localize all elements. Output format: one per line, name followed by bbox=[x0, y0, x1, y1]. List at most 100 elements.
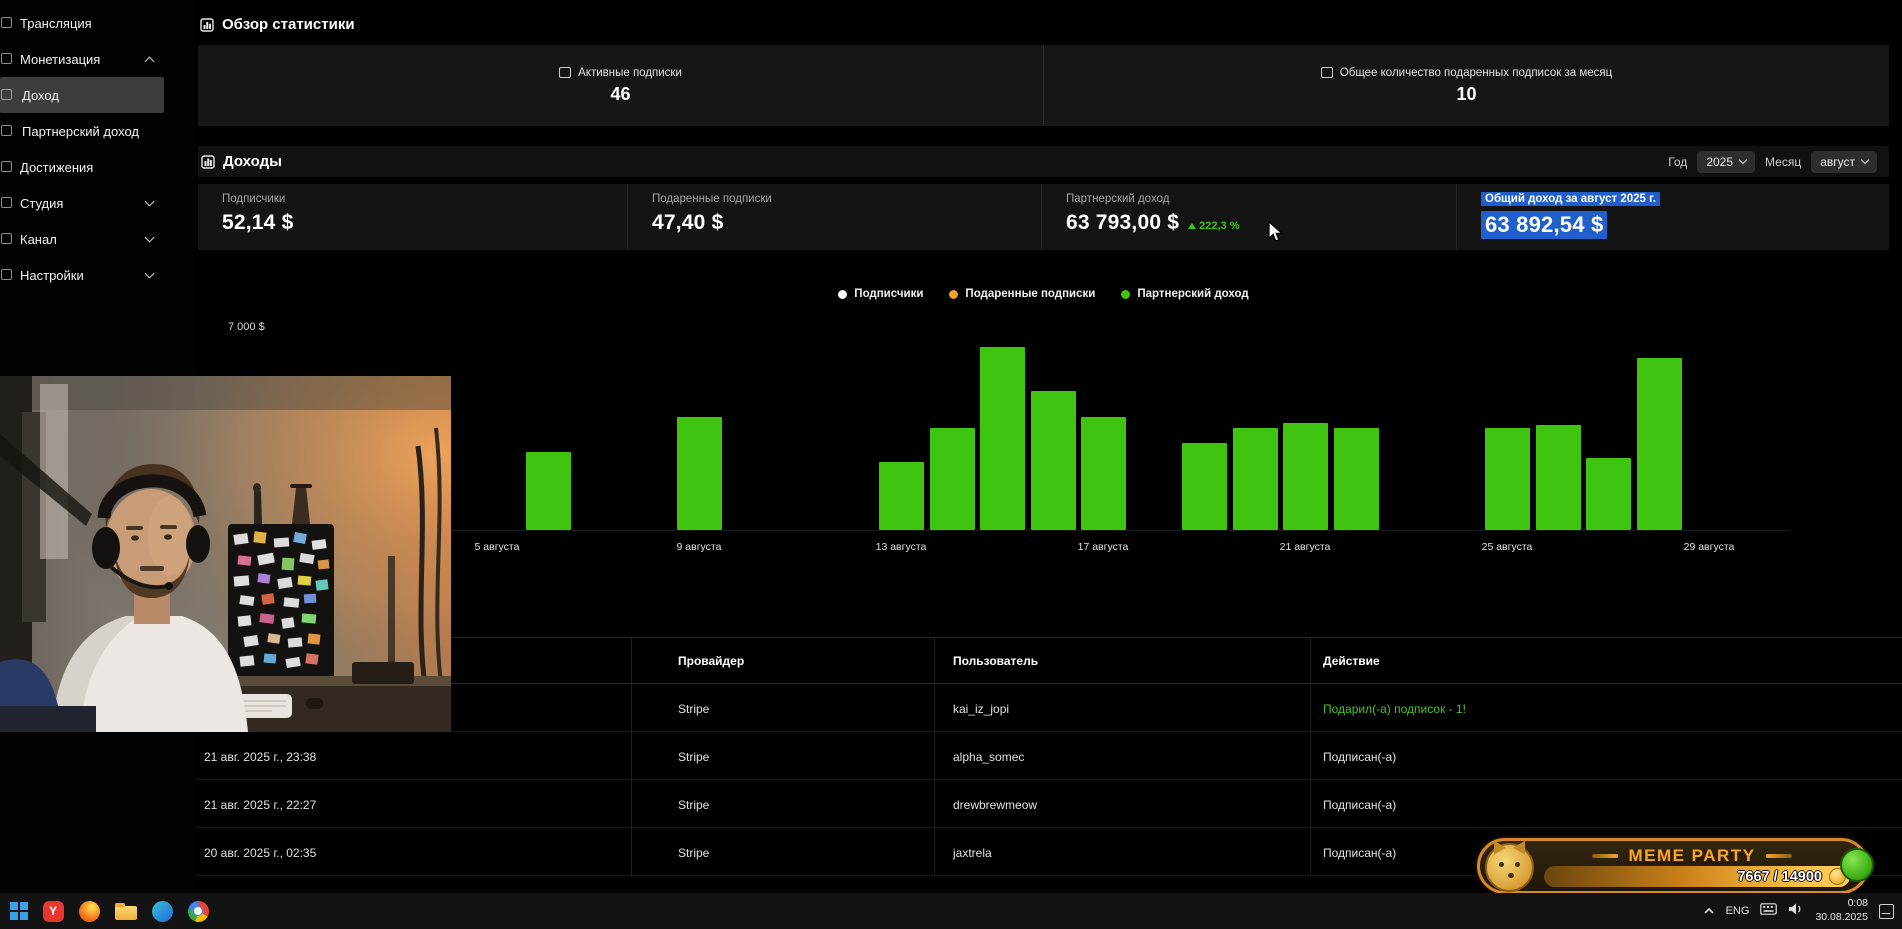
yandex-browser-icon[interactable]: Y bbox=[42, 900, 64, 922]
sidebar-item-label: Достижения bbox=[20, 159, 94, 175]
stat-card-0: Активные подписки 46 bbox=[198, 45, 1043, 126]
cell-user: kai_iz_jopi bbox=[953, 702, 1010, 716]
decor-dash bbox=[1765, 854, 1792, 858]
file-explorer-icon[interactable] bbox=[114, 902, 137, 920]
chevron-up-icon bbox=[144, 56, 155, 67]
sidebar-item-income[interactable]: Доход bbox=[0, 77, 164, 113]
cell-action: Подарил(-а) подписок - 1! bbox=[1323, 702, 1466, 716]
broadcast-icon bbox=[1, 17, 12, 28]
income-filters: Год 2025 Месяц август bbox=[1668, 150, 1877, 173]
taskbar-tray: ENG 0:08 30.08.2025 bbox=[1703, 897, 1902, 924]
x-axis-line bbox=[430, 530, 1790, 531]
column-divider bbox=[631, 638, 632, 876]
sidebar-item-label: Партнерский доход bbox=[22, 123, 139, 139]
bar-chart-icon bbox=[200, 17, 214, 32]
legend-item[interactable]: Подаренные подписки bbox=[949, 288, 1095, 300]
legend-dot-icon bbox=[949, 289, 959, 299]
month-value: август bbox=[1820, 154, 1855, 169]
cell-action: Подписан(-а) bbox=[1323, 798, 1397, 812]
stat-card-1: Общее количество подаренных подписок за … bbox=[1043, 45, 1889, 126]
cell-action: Подписан(-а) bbox=[1323, 846, 1397, 860]
income-stat-2: Партнерский доход 63 793,00 $ 222,3 % bbox=[1041, 184, 1456, 250]
firefox-icon[interactable] bbox=[78, 900, 100, 922]
chevron-down-icon bbox=[144, 268, 155, 279]
chart-bar bbox=[1586, 458, 1631, 530]
sidebar-item-broadcast[interactable]: Трансляция bbox=[0, 5, 196, 41]
meme-party-progressbar: 7667 / 14900 bbox=[1544, 866, 1850, 887]
meme-party-widget: MEME PARTY 7667 / 14900 bbox=[1477, 837, 1874, 894]
x-axis-tick: 29 августа bbox=[1683, 541, 1735, 553]
partner-income-icon bbox=[1, 125, 12, 136]
income-header: Доходы Год 2025 Месяц август bbox=[198, 146, 1889, 177]
sidebar-item-label: Канал bbox=[20, 231, 57, 247]
x-axis-tick: 21 августа bbox=[1279, 541, 1331, 553]
chart-bar bbox=[1233, 428, 1278, 530]
chart-bar bbox=[1031, 391, 1076, 530]
windows-logo-icon bbox=[10, 902, 28, 920]
cell-user: alpha_somec bbox=[953, 750, 1025, 764]
y-axis-label: 7 000 $ bbox=[228, 321, 265, 333]
chart-bar bbox=[677, 417, 722, 530]
x-axis-tick: 5 августа bbox=[474, 541, 520, 553]
legend-item[interactable]: Подписчики bbox=[838, 288, 923, 300]
stat-card-label: Общее количество подаренных подписок за … bbox=[1339, 66, 1613, 79]
sidebar-item-label: Доход bbox=[22, 87, 59, 103]
overview-header: Обзор статистики bbox=[200, 16, 355, 33]
cell-date: 20 авг. 2025 г., 02:35 bbox=[204, 846, 317, 860]
month-select[interactable]: август bbox=[1811, 150, 1877, 173]
taskbar-date: 30.08.2025 bbox=[1815, 911, 1868, 923]
tray-expand-icon[interactable] bbox=[1703, 902, 1715, 920]
table-row[interactable]: 21 авг. 2025 г., 22:27 Stripe drewbrewmeow… bbox=[196, 780, 1902, 828]
cell-provider: Stripe bbox=[678, 750, 710, 764]
month-label: Месяц bbox=[1765, 154, 1802, 169]
sidebar-item-channel[interactable]: Канал bbox=[0, 221, 196, 257]
chart-bar bbox=[1283, 423, 1328, 530]
start-button[interactable] bbox=[10, 901, 28, 922]
year-label: Год bbox=[1668, 154, 1688, 169]
legend-item[interactable]: Партнерский доход bbox=[1121, 288, 1249, 300]
sidebar-item-partner-income[interactable]: Партнерский доход bbox=[0, 113, 196, 149]
table-row[interactable]: Stripe kai_iz_jopi Подарил(-а) подписок - … bbox=[196, 684, 1902, 732]
chrome-icon[interactable] bbox=[187, 900, 209, 922]
chart-bar bbox=[1182, 443, 1227, 530]
sidebar-item-settings[interactable]: Настройки bbox=[0, 257, 196, 293]
chevron-down-icon bbox=[1738, 155, 1748, 165]
income-stat-value: 47,40 $ bbox=[652, 211, 724, 234]
legend-dot-icon bbox=[1121, 289, 1131, 299]
taskbar-clock[interactable]: 0:08 30.08.2025 bbox=[1815, 897, 1868, 924]
table-row[interactable]: 21 авг. 2025 г., 23:38 Stripe alpha_somec П… bbox=[196, 732, 1902, 780]
doge-icon bbox=[1485, 837, 1534, 892]
income-stat-label: Подаренные подписки bbox=[652, 193, 772, 205]
cell-provider: Stripe bbox=[678, 846, 710, 860]
table-header-cell: Провайдер bbox=[678, 654, 745, 668]
sidebar-item-monetization[interactable]: Монетизация bbox=[0, 41, 196, 77]
card-icon bbox=[1320, 67, 1333, 78]
sidebar-item-label: Монетизация bbox=[20, 51, 101, 67]
chart-bar bbox=[1485, 428, 1530, 530]
table-header-cell: Пользователь bbox=[953, 654, 1039, 668]
sidebar-item-studio[interactable]: Студия bbox=[0, 185, 196, 221]
chevron-down-icon bbox=[144, 232, 155, 243]
delta-up-badge: 222,3 % bbox=[1188, 220, 1240, 232]
language-indicator[interactable]: ENG bbox=[1726, 905, 1750, 917]
overview-cards: Активные подписки 46 Общее количество пода… bbox=[198, 45, 1889, 126]
cell-action: Подписан(-а) bbox=[1323, 750, 1397, 764]
webcam-video bbox=[0, 376, 451, 732]
webcam-overlay bbox=[0, 376, 451, 732]
income-stat-3: Общий доход за август 2025 г. 63 892,54 $ bbox=[1456, 184, 1889, 250]
sidebar-item-achievements[interactable]: Достижения bbox=[0, 149, 196, 185]
table-header: Провайдер Пользователь Действие bbox=[196, 638, 1902, 684]
sidebar-item-label: Трансляция bbox=[20, 15, 92, 31]
card-icon bbox=[559, 67, 572, 78]
income-stat-value: 63 793,00 $ bbox=[1066, 211, 1180, 234]
notification-center-icon[interactable] bbox=[1879, 903, 1894, 919]
keyboard-layout-icon[interactable] bbox=[1760, 902, 1778, 920]
year-select[interactable]: 2025 bbox=[1697, 150, 1756, 173]
meme-party-progress: 7667 / 14900 bbox=[1737, 868, 1822, 885]
overview-title: Обзор статистики bbox=[222, 16, 355, 33]
x-axis-tick: 25 августа bbox=[1481, 541, 1533, 553]
edge-icon[interactable] bbox=[151, 900, 173, 922]
income-stat-value: 52,14 $ bbox=[222, 211, 294, 234]
speaker-icon[interactable] bbox=[1788, 902, 1804, 921]
income-stat-value: 63 892,54 $ bbox=[1481, 211, 1608, 239]
